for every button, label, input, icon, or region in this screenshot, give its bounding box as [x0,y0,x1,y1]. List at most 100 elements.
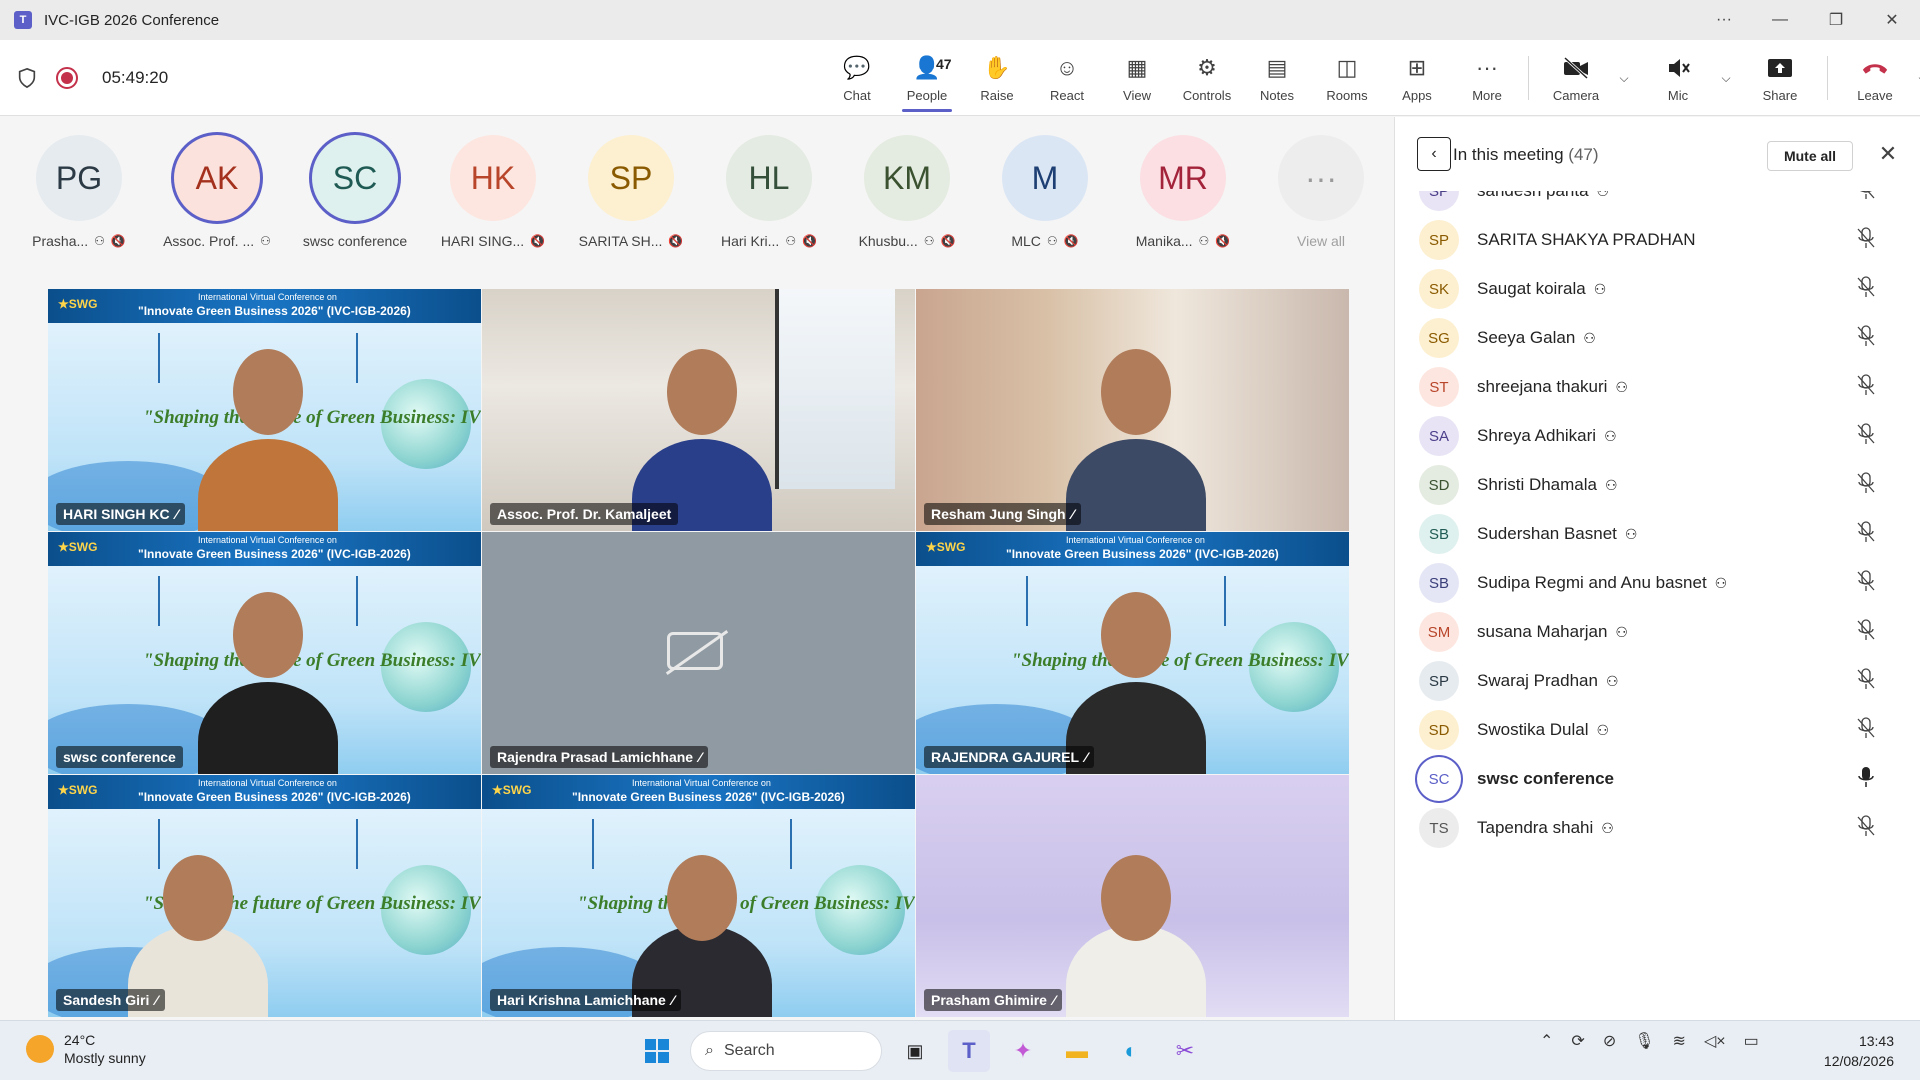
mic-options-chevron-icon[interactable]: ⌵ [1713,40,1739,116]
video-tile[interactable]: Prasham Ghimire ⁄ [916,775,1349,1017]
gallery-participant[interactable]: HK HARI SING... 🔇 [424,135,562,249]
mic-muted-icon[interactable] [1857,324,1875,352]
sync-icon[interactable]: ⟳ [1571,1031,1584,1051]
video-tile[interactable]: Resham Jung Singh ⁄ [916,289,1349,531]
restore-button[interactable]: ❐ [1808,0,1864,40]
clock[interactable]: 13:43 12/08/2026 [1824,1031,1894,1071]
gallery-participant[interactable]: SC swsc conference [286,135,424,249]
copilot-icon[interactable]: ✦ [1002,1030,1044,1072]
video-tile[interactable]: ★SWG International Virtual Conference on "… [482,775,915,1017]
more-options-icon[interactable]: ··· [1696,0,1752,40]
mic-muted-icon[interactable] [1857,226,1875,254]
gallery-participant[interactable]: MR Manika... ⚇ 🔇 [1114,135,1252,249]
swg-logo: ★SWG [492,783,532,797]
camera-button[interactable]: Camera [1541,40,1611,116]
toolbar-apps-button[interactable]: ⊞ Apps [1382,40,1452,116]
mute-all-button[interactable]: Mute all [1767,141,1853,171]
toolbar-notes-button[interactable]: ▤ Notes [1242,40,1312,116]
volume-muted-icon[interactable]: ◁× [1704,1031,1726,1051]
toolbar-react-button[interactable]: ☺ React [1032,40,1102,116]
mic-muted-icon[interactable] [1857,814,1875,842]
wifi-icon[interactable]: ≋ [1673,1031,1686,1051]
participant-row[interactable]: TS Tapendra shahi ⚇ [1395,798,1920,858]
banner-title: "Innovate Green Business 2026" (IVC-IGB-… [138,790,411,804]
taskbar-search[interactable]: ⌕ Search [690,1031,882,1071]
task-view-icon[interactable]: ▣ [894,1030,936,1072]
toolbar-rooms-button[interactable]: ◫ Rooms [1312,40,1382,116]
close-window-button[interactable]: ✕ [1864,0,1920,40]
gallery-participant[interactable]: SP SARITA SH... 🔇 [562,135,700,249]
participant-face [233,592,303,678]
minimize-button[interactable]: — [1752,0,1808,40]
video-tile[interactable]: ★SWG International Virtual Conference on "… [48,289,481,531]
mic-muted-icon[interactable] [1857,275,1875,303]
weather-widget[interactable]: 24°C Mostly sunny [26,1031,146,1067]
gallery-participant[interactable]: PG Prasha... ⚇ 🔇 [10,135,148,249]
chevron-up-icon[interactable]: ⌃ [1540,1031,1553,1051]
participant-name: Swostika Dulal ⚇ [1477,720,1610,739]
avatar: MR [1140,135,1226,221]
mic-muted-icon[interactable] [1857,667,1875,695]
leave-button[interactable]: Leave [1840,40,1910,116]
video-name-tag: Sandesh Giri ⁄ [56,989,165,1011]
mic-muted-icon: 🔇 [668,234,684,248]
close-icon[interactable]: ✕ [1873,139,1903,169]
camera-off-icon [1562,54,1590,82]
toolbar-raise-button[interactable]: ✋ Raise [962,40,1032,116]
edge-browser-icon[interactable]: ◐ [1110,1030,1152,1072]
mic-muted-icon[interactable] [1857,618,1875,646]
shield-icon[interactable] [16,67,38,89]
mic-muted-icon[interactable] [1857,373,1875,401]
participant-avatar: SP [1419,220,1459,260]
mic-muted-icon[interactable] [1857,520,1875,548]
gallery-participant[interactable]: KM Khusbu... ⚇ 🔇 [838,135,976,249]
snipping-tool-icon[interactable]: ✂ [1164,1030,1206,1072]
share-button[interactable]: Share [1745,40,1815,116]
view-all-button[interactable]: ··· View all [1252,135,1390,249]
mic-muted-icon[interactable] [1857,569,1875,597]
share-icon [1766,54,1794,82]
file-explorer-icon[interactable]: ▬ [1056,1030,1098,1072]
toolbar-buttons: 💬 Chat 👤 47 People ✋ Raise ☺ React ▦ View ⚙ Controls… [822,40,1522,116]
mic-button[interactable]: Mic [1643,40,1713,116]
swg-logo: ★SWG [58,540,98,554]
video-tile[interactable]: Rajendra Prasad Lamichhane ⁄ [482,532,915,774]
participant-avatar: SC [1417,757,1461,801]
banner-slogan: "Shaping the future of Green Business: I… [143,650,481,671]
windows-start-icon[interactable] [636,1030,678,1072]
participant-avatar: SA [1419,416,1459,456]
toolbar-view-button[interactable]: ▦ View [1102,40,1172,116]
gallery-participant[interactable]: M MLC ⚇ 🔇 [976,135,1114,249]
video-tile[interactable]: ★SWG International Virtual Conference on "… [48,532,481,774]
mic-muted-icon[interactable] [1857,471,1875,499]
participant-video [198,682,338,774]
mic-muted-icon[interactable] [1857,422,1875,450]
battery-icon[interactable]: ▭ [1744,1031,1759,1051]
swg-logo: ★SWG [58,783,98,797]
video-tile[interactable]: Assoc. Prof. Dr. Kamaljeet [482,289,915,531]
gallery-participant[interactable]: AK Assoc. Prof. ... ⚇ [148,135,286,249]
video-tile[interactable]: ★SWG International Virtual Conference on "… [916,532,1349,774]
leave-options-chevron-icon[interactable]: ⌵ [1910,40,1920,116]
toolbar-chat-button[interactable]: 💬 Chat [822,40,892,116]
video-tile[interactable]: ★SWG International Virtual Conference on "… [48,775,481,1017]
mic-muted-tray-icon[interactable]: 🎙 [1634,1031,1654,1051]
mic-muted-icon[interactable] [1857,191,1875,205]
camera-options-chevron-icon[interactable]: ⌵ [1611,40,1637,116]
partly-sunny-icon [26,1035,54,1063]
banner-slogan: "Shaping the future of Green Business: I… [143,407,481,428]
toolbar-controls-button[interactable]: ⚙ Controls [1172,40,1242,116]
conference-banner-header: ★SWG International Virtual Conference on "… [482,775,915,809]
camera-off-tray-icon[interactable]: ⊘ [1603,1031,1616,1051]
avatar: HL [726,135,812,221]
toolbar-people-button[interactable]: 👤 47 People [892,40,962,116]
mic-muted-icon[interactable] [1857,716,1875,744]
teams-taskbar-icon[interactable]: T [948,1030,990,1072]
toolbar-more-button[interactable]: ··· More [1452,40,1522,116]
back-icon[interactable]: ‹ [1417,137,1451,171]
mic-on-icon[interactable] [1857,766,1875,793]
participant-name: SARITA SHAKYA PRADHAN [1477,230,1696,249]
gallery-participant[interactable]: HL Hari Kri... ⚇ 🔇 [700,135,838,249]
mic-muted-icon: 🔇 [940,234,956,248]
video-name-tag: swsc conference [56,746,183,768]
